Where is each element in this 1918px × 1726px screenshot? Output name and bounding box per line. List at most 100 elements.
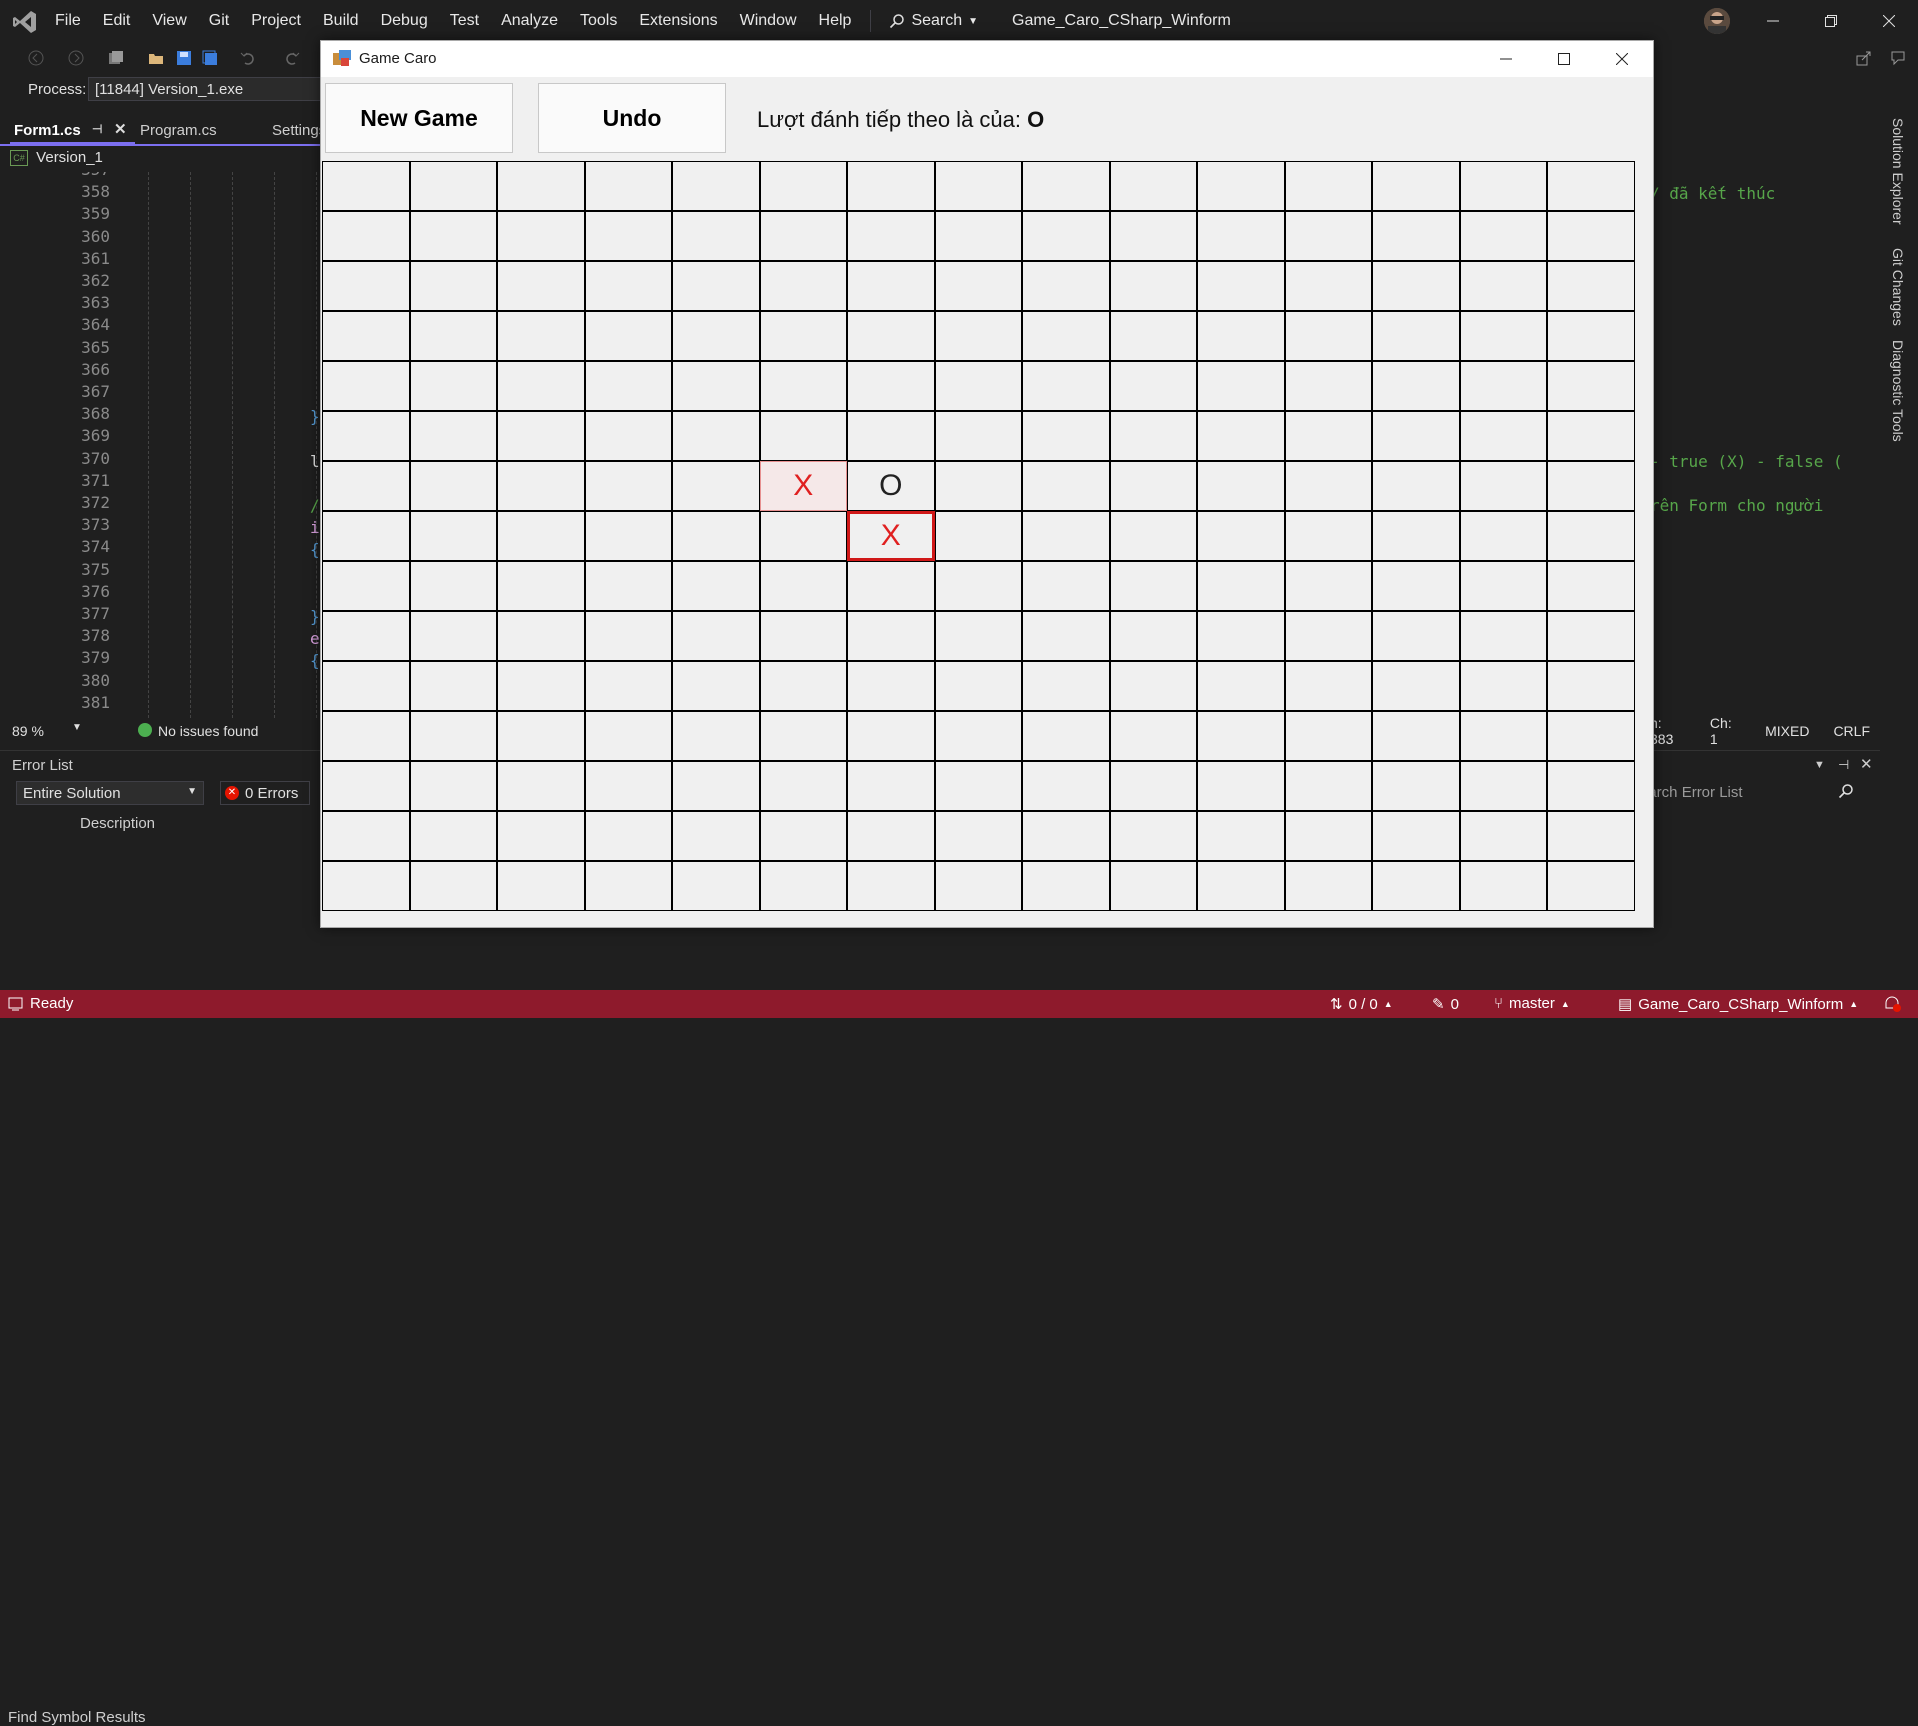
zoom-select[interactable]: 89 % xyxy=(12,723,44,739)
restore-button[interactable] xyxy=(1802,0,1860,42)
board-cell[interactable] xyxy=(759,361,847,411)
board-cell[interactable] xyxy=(1284,761,1372,811)
board-cell[interactable] xyxy=(759,561,847,611)
board-cell[interactable] xyxy=(934,211,1022,261)
find-symbol-results-tab[interactable]: Find Symbol Results xyxy=(8,1709,146,1726)
board-cell[interactable] xyxy=(409,411,497,461)
board-cell[interactable] xyxy=(1109,561,1197,611)
board-cell[interactable] xyxy=(584,161,672,211)
board-cell[interactable] xyxy=(1459,161,1547,211)
board-cell[interactable] xyxy=(1284,661,1372,711)
board-cell[interactable] xyxy=(934,611,1022,661)
board-cell[interactable] xyxy=(1459,561,1547,611)
board-cell[interactable] xyxy=(1022,611,1110,661)
board-cell[interactable] xyxy=(672,611,760,661)
sync-status[interactable]: ⇅ 0 / 0 ▲ xyxy=(1330,995,1393,1014)
pin-icon[interactable]: ⊣ xyxy=(92,122,102,136)
board-cell[interactable] xyxy=(1022,761,1110,811)
new-project-icon[interactable] xyxy=(108,50,124,66)
description-column-header[interactable]: Description xyxy=(80,815,155,832)
board-cell[interactable] xyxy=(1197,411,1285,461)
board-cell[interactable] xyxy=(934,811,1022,861)
board-cell[interactable] xyxy=(1197,661,1285,711)
board-cell[interactable] xyxy=(1022,161,1110,211)
board-cell[interactable] xyxy=(409,561,497,611)
save-icon[interactable] xyxy=(176,50,192,66)
board-cell[interactable] xyxy=(322,661,410,711)
board-cell[interactable] xyxy=(584,761,672,811)
board-cell[interactable] xyxy=(1372,811,1460,861)
board-cell[interactable] xyxy=(584,211,672,261)
new-game-button[interactable]: New Game xyxy=(325,83,513,153)
board-cell[interactable] xyxy=(409,211,497,261)
board-cell[interactable] xyxy=(759,261,847,311)
board-cell[interactable] xyxy=(584,411,672,461)
board-cell[interactable] xyxy=(584,861,672,911)
board-cell[interactable] xyxy=(409,261,497,311)
board-cell[interactable] xyxy=(672,861,760,911)
game-maximize-button[interactable] xyxy=(1535,41,1593,77)
board-cell[interactable]: O xyxy=(847,461,935,511)
board-cell[interactable] xyxy=(1547,311,1635,361)
tab-program[interactable]: Program.cs xyxy=(140,118,270,144)
board-cell[interactable] xyxy=(1022,461,1110,511)
board-cell[interactable] xyxy=(1547,261,1635,311)
board-cell[interactable] xyxy=(759,161,847,211)
board-cell[interactable] xyxy=(584,561,672,611)
board-cell[interactable] xyxy=(1284,361,1372,411)
board-cell[interactable] xyxy=(1459,761,1547,811)
board-cell[interactable] xyxy=(1197,811,1285,861)
board-cell[interactable] xyxy=(1547,361,1635,411)
board-cell[interactable] xyxy=(1022,511,1110,561)
board-cell[interactable] xyxy=(322,361,410,411)
board-cell[interactable] xyxy=(1022,861,1110,911)
board-cell[interactable] xyxy=(934,361,1022,411)
redo-icon[interactable] xyxy=(284,50,300,66)
search-error-list-input[interactable]: earch Error List xyxy=(1640,781,1870,808)
board-cell[interactable] xyxy=(672,811,760,861)
board-cell[interactable] xyxy=(1372,711,1460,761)
board-cell[interactable] xyxy=(497,411,585,461)
board-cell[interactable] xyxy=(1459,861,1547,911)
board-cell[interactable] xyxy=(847,661,935,711)
board-cell[interactable] xyxy=(1197,311,1285,361)
board-cell[interactable] xyxy=(409,361,497,411)
board-cell[interactable] xyxy=(672,561,760,611)
board-cell[interactable] xyxy=(1197,261,1285,311)
board-cell[interactable] xyxy=(1372,511,1460,561)
board-cell[interactable] xyxy=(672,161,760,211)
board-cell[interactable] xyxy=(847,811,935,861)
board-cell[interactable] xyxy=(759,761,847,811)
board-cell[interactable] xyxy=(1459,461,1547,511)
board-cell[interactable] xyxy=(1459,711,1547,761)
pin-icon[interactable]: ⊣ xyxy=(1838,757,1849,773)
board-cell[interactable] xyxy=(1284,711,1372,761)
board-cell[interactable] xyxy=(497,611,585,661)
board-cell[interactable] xyxy=(847,311,935,361)
board-cell[interactable] xyxy=(322,811,410,861)
board-cell[interactable] xyxy=(1109,311,1197,361)
diagnostic-tools-tab[interactable]: Diagnostic Tools xyxy=(1890,340,1906,442)
board-cell[interactable] xyxy=(1109,661,1197,711)
board-cell[interactable] xyxy=(934,561,1022,611)
board-cell[interactable] xyxy=(1197,861,1285,911)
feedback-icon[interactable] xyxy=(1890,50,1906,66)
menu-edit[interactable]: Edit xyxy=(92,0,142,42)
board-cell[interactable] xyxy=(497,361,585,411)
board-cell[interactable] xyxy=(1109,811,1197,861)
board-cell[interactable] xyxy=(934,761,1022,811)
navigation-bar[interactable]: C# Version_1 xyxy=(10,149,330,169)
board-cell[interactable] xyxy=(934,511,1022,561)
board-cell[interactable] xyxy=(1459,311,1547,361)
board-cell[interactable] xyxy=(584,661,672,711)
board-cell[interactable] xyxy=(1284,511,1372,561)
board-cell[interactable] xyxy=(1459,411,1547,461)
menu-help[interactable]: Help xyxy=(808,0,863,42)
board-cell[interactable] xyxy=(584,711,672,761)
line-indicator[interactable]: n: 383 xyxy=(1650,715,1684,747)
branch-selector[interactable]: ⑂ master ▲ xyxy=(1494,995,1570,1012)
board-cell[interactable] xyxy=(1372,561,1460,611)
board-cell[interactable] xyxy=(1372,611,1460,661)
board-cell[interactable] xyxy=(672,411,760,461)
board-cell[interactable] xyxy=(1284,461,1372,511)
